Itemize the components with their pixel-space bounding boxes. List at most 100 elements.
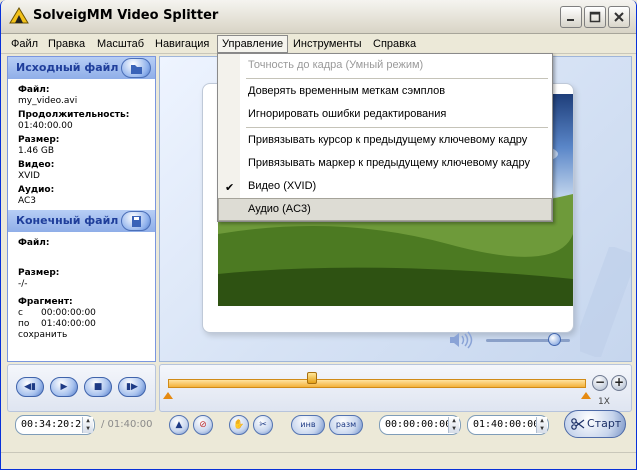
source-duration-value: 01:40:00.00: [18, 121, 73, 131]
fragment-to-prefix: по: [18, 319, 30, 329]
source-audio-value: AC3: [18, 196, 37, 206]
close-button[interactable]: [608, 6, 630, 28]
invert-label: инв: [300, 420, 316, 429]
remove-marker-button[interactable]: ✂: [253, 415, 273, 435]
target-file-label: Файл:: [18, 238, 50, 248]
mark-out-spinner[interactable]: ▲ ▼: [536, 417, 547, 433]
source-size-value: 1.46 GB: [18, 146, 55, 156]
target-file-header: Конечный файл: [8, 210, 155, 232]
mark-out-time-field[interactable]: 01:40:00:00 ▲ ▼: [467, 415, 549, 435]
save-file-button[interactable]: [121, 211, 151, 231]
minus-icon: −: [594, 375, 606, 389]
film-strip-decoration: [580, 247, 631, 357]
current-time-spinner[interactable]: ▲ ▼: [82, 417, 93, 433]
play-icon: ▶: [60, 382, 68, 392]
playback-controls: ◀▮ ▶ ■ ▮▶: [7, 364, 156, 412]
play-button[interactable]: ▶: [50, 377, 78, 397]
start-label: Старт: [587, 417, 622, 430]
volume-icon[interactable]: [448, 331, 474, 349]
maximize-icon: [589, 11, 601, 23]
no-entry-icon: ⊘: [199, 420, 207, 430]
menu-bar: Файл Правка Масштаб Навигация Управление…: [1, 34, 636, 54]
minimize-button[interactable]: [560, 6, 582, 28]
menu-navigation[interactable]: Навигация: [151, 35, 213, 53]
menu-tools[interactable]: Инструменты: [289, 35, 366, 53]
source-audio-label: Аудио:: [18, 185, 55, 195]
status-bar: [1, 452, 636, 469]
target-file-title: Конечный файл: [16, 214, 119, 227]
minimize-icon: [567, 19, 574, 21]
checkmark-icon: ✔: [225, 181, 235, 194]
app-window: SolveigMM Video Splitter Файл Правка Мас…: [0, 0, 637, 470]
timeline-cursor[interactable]: [307, 372, 318, 384]
hand-icon: ✋: [233, 420, 245, 430]
source-file-title: Исходный файл: [16, 61, 119, 74]
scissors-icon: [571, 418, 585, 430]
delete-marker-button[interactable]: ⊘: [193, 415, 213, 435]
maximize-button[interactable]: [584, 6, 606, 28]
open-folder-icon: [131, 65, 142, 74]
menu-item-snap-marker[interactable]: Привязывать маркер к предыдущему ключево…: [218, 152, 552, 175]
next-frame-button[interactable]: ▮▶: [118, 377, 146, 397]
add-marker-button[interactable]: ✋: [229, 415, 249, 435]
fragment-from-value: 00:00:00:00: [41, 308, 96, 318]
current-time-field[interactable]: 00:34:20:28 ▲ ▼: [15, 415, 95, 435]
menu-item-trust-timestamps[interactable]: Доверять временным меткам сэмплов: [218, 80, 552, 103]
menu-edit[interactable]: Правка: [44, 35, 89, 53]
save-link[interactable]: сохранить: [18, 330, 67, 340]
title-bar[interactable]: SolveigMM Video Splitter: [1, 0, 636, 34]
plus-icon: +: [613, 375, 625, 389]
app-logo-icon: [9, 7, 29, 24]
invert-selection-button[interactable]: инв: [291, 415, 325, 435]
menu-item-video-track[interactable]: Видео (XVID): [218, 175, 552, 198]
mark-in-marker[interactable]: [163, 392, 173, 399]
source-file-label: Файл:: [18, 85, 50, 95]
menu-item-snap-cursor[interactable]: Привязывать курсор к предыдущему ключево…: [218, 129, 552, 152]
zoom-in-button[interactable]: +: [611, 375, 627, 391]
menu-item-audio-track[interactable]: Аудио (AC3): [218, 198, 552, 221]
timeline-track[interactable]: [168, 379, 586, 388]
current-time-value: 00:34:20:28: [21, 419, 88, 430]
control-menu-dropdown: Точность до кадра (Умный режим) Доверять…: [217, 53, 553, 222]
control-row: 00:34:20:28 ▲ ▼ / 01:40:00 ▲ ⊘ ✋ ✂ инв ра…: [1, 410, 636, 440]
menu-item-ignore-errors[interactable]: Игнорировать ошибки редактирования: [218, 103, 552, 126]
menu-control[interactable]: Управление: [217, 35, 289, 53]
mark-out-time-value: 01:40:00:00: [473, 419, 540, 430]
unmark-button[interactable]: разм: [329, 415, 363, 435]
fragment-from-prefix: с: [18, 308, 23, 318]
menu-file[interactable]: Файл: [7, 35, 42, 53]
fragment-label: Фрагмент:: [18, 297, 73, 307]
source-file-header: Исходный файл: [8, 57, 155, 79]
menu-help[interactable]: Справка: [369, 35, 420, 53]
volume-slider-knob[interactable]: [548, 333, 561, 346]
mark-in-time-value: 00:00:00:00: [385, 419, 452, 430]
stop-icon: ■: [93, 382, 103, 392]
mark-out-marker[interactable]: [581, 392, 591, 399]
start-button[interactable]: Старт: [564, 410, 626, 438]
next-frame-icon: ▮▶: [126, 382, 138, 392]
mark-in-time-field[interactable]: 00:00:00:00 ▲ ▼: [379, 415, 461, 435]
source-video-label: Видео:: [18, 160, 55, 170]
menu-scale[interactable]: Масштаб: [93, 35, 148, 53]
source-duration-label: Продолжительность:: [18, 110, 130, 120]
target-size-value: -/-: [18, 279, 28, 289]
open-file-button[interactable]: [121, 58, 151, 78]
fragment-to-value: 01:40:00:00: [41, 319, 96, 329]
previous-frame-icon: ◀▮: [24, 382, 36, 392]
stop-button[interactable]: ■: [84, 377, 112, 397]
save-disk-icon: [132, 216, 141, 227]
hand-cut-icon: ✂: [259, 420, 267, 430]
menu-item-frame-accuracy[interactable]: Точность до кадра (Умный режим): [218, 54, 552, 77]
close-icon: [614, 12, 624, 22]
zoom-out-button[interactable]: −: [592, 375, 608, 391]
unmark-label: разм: [335, 420, 357, 429]
source-file-value: my_video.avi: [18, 96, 78, 106]
up-arrow-icon: ▲: [175, 420, 183, 430]
file-info-panel: Исходный файл Файл: my_video.avi Продолж…: [7, 56, 156, 362]
mark-in-spinner[interactable]: ▲ ▼: [448, 417, 459, 433]
previous-frame-button[interactable]: ◀▮: [16, 377, 44, 397]
go-to-mark-button[interactable]: ▲: [169, 415, 189, 435]
total-duration: / 01:40:00: [101, 419, 153, 430]
source-video-value: XVID: [18, 171, 40, 181]
source-size-label: Размер:: [18, 135, 60, 145]
